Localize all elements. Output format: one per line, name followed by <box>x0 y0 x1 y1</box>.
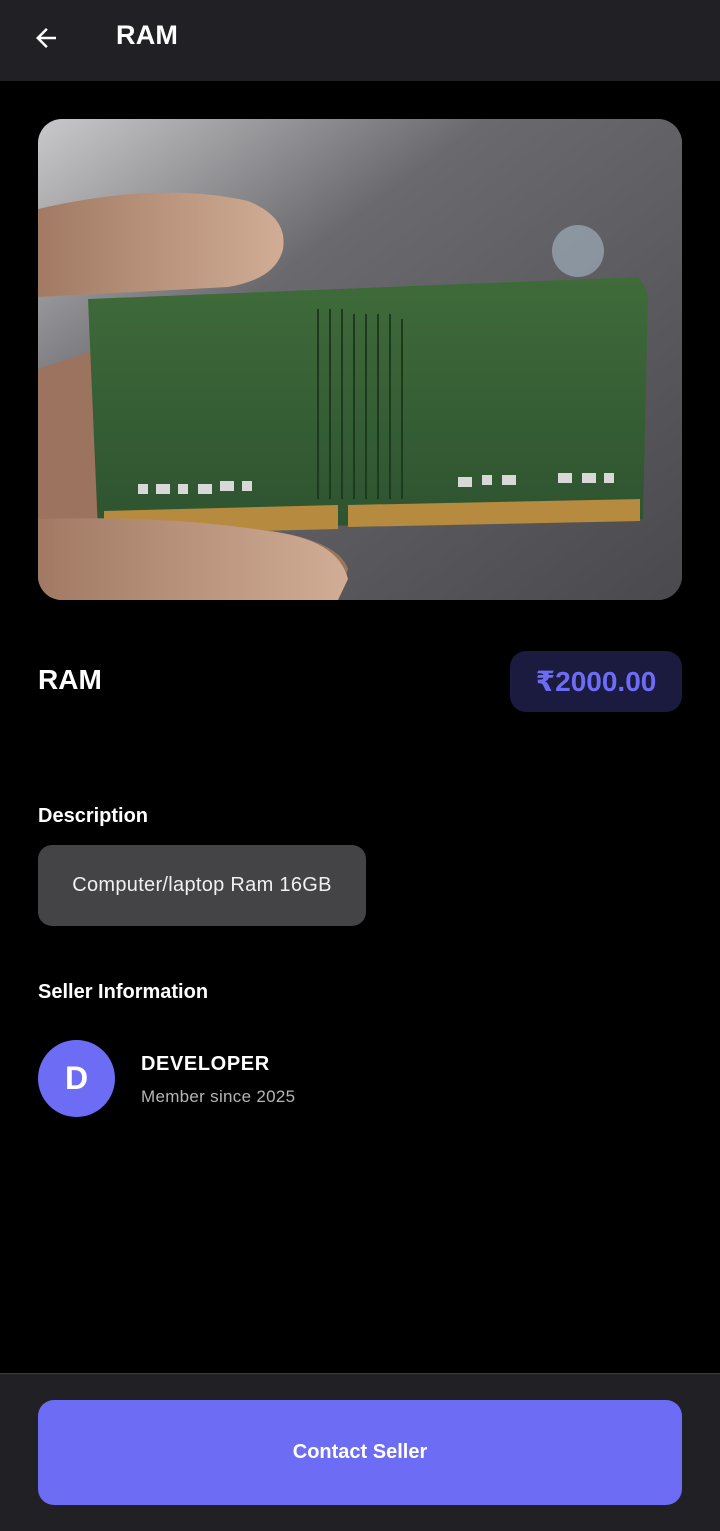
product-image <box>38 119 682 600</box>
member-since-text: Member since 2025 <box>141 1087 296 1106</box>
seller-name: DEVELOPER <box>141 1053 270 1075</box>
seller-info-heading: Seller Information <box>38 981 209 1003</box>
description-box: Computer/laptop Ram 16GB <box>38 845 366 926</box>
price-badge: ₹2000.00 <box>510 651 682 712</box>
back-button[interactable] <box>24 16 68 60</box>
product-name: RAM <box>38 664 102 695</box>
description-heading: Description <box>38 805 149 827</box>
page-title: RAM <box>116 20 179 50</box>
arrow-left-icon <box>36 28 56 48</box>
contact-seller-button[interactable]: Contact Seller <box>38 1400 682 1505</box>
avatar: D <box>38 1040 115 1117</box>
app-bar: RAM <box>0 0 720 81</box>
